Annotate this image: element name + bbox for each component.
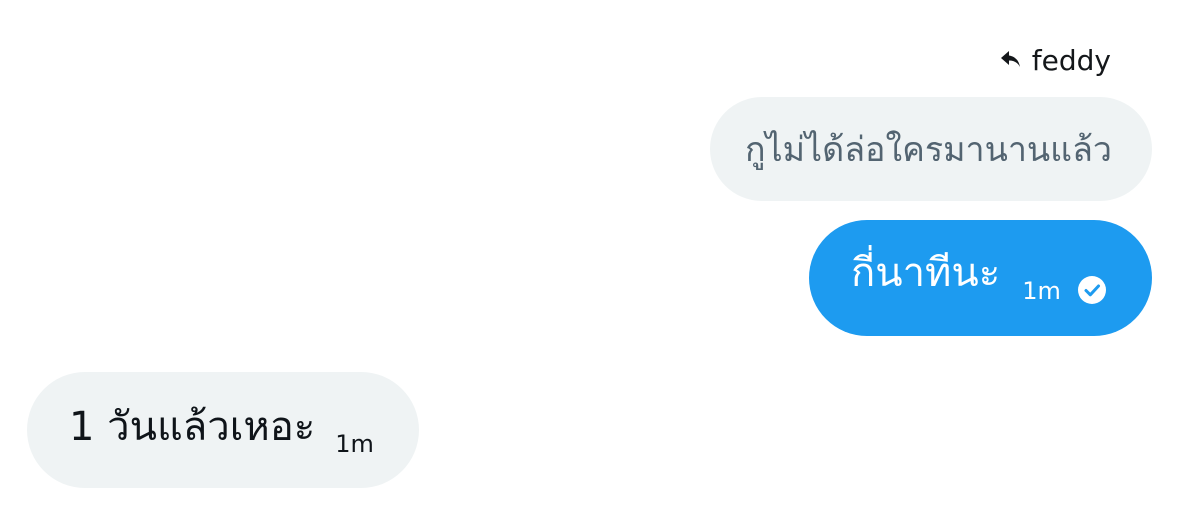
check-circle-icon [1077,275,1107,305]
sent-message-time: 1m [1022,277,1061,305]
received-message-time: 1m [335,430,374,458]
received-message[interactable]: 1 วันแล้วเหอะ 1m [27,372,419,488]
quoted-message[interactable]: กูไม่ได้ล่อใครมานานแล้ว [710,97,1152,201]
quoted-message-text: กูไม่ได้ล่อใครมานานแล้ว [744,130,1112,170]
reply-arrow-icon [1000,50,1022,70]
reply-to-name: feddy [1031,43,1111,77]
reply-header: feddy [1000,40,1111,80]
received-message-text: 1 วันแล้วเหอะ [69,404,316,450]
dm-conversation: feddy กูไม่ได้ล่อใครมานานแล้ว กี่นาทีนะ … [0,0,1179,523]
sent-message-text: กี่นาทีนะ [851,250,1001,296]
sent-message[interactable]: กี่นาทีนะ 1m [809,220,1152,336]
